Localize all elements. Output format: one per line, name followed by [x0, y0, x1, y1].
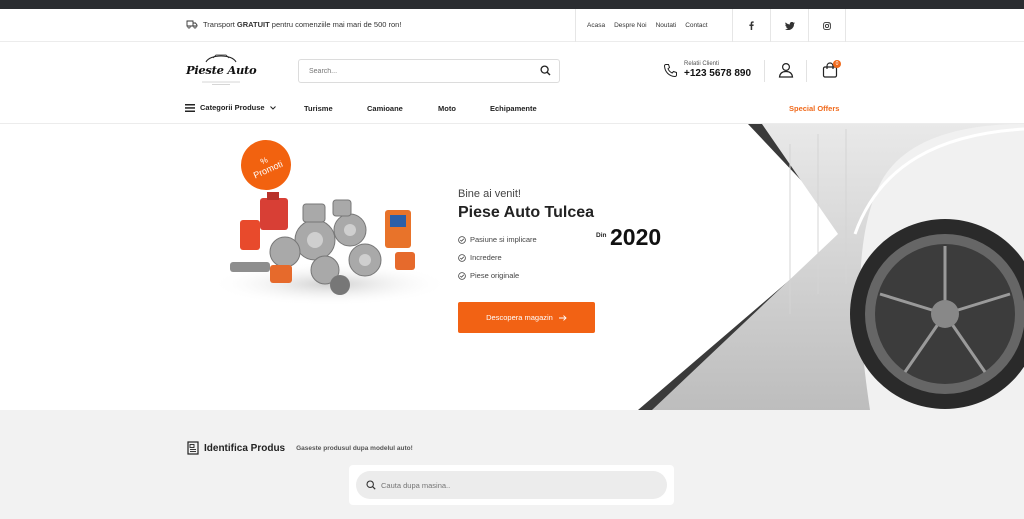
nav-item-turisme[interactable]: Turisme	[304, 104, 333, 113]
check-circle-icon	[458, 271, 466, 280]
feature-item: Piese originale	[458, 271, 519, 280]
search-box	[298, 59, 560, 83]
free-shipping-notice: Transport GRATUIT pentru comenziile mai …	[186, 20, 401, 29]
top-link-noutati[interactable]: Noutati	[656, 22, 677, 29]
social-links	[732, 9, 846, 42]
cart-button[interactable]: 0	[822, 60, 841, 83]
identify-header: Identifica Produs Gaseste produsul dupa …	[187, 441, 413, 455]
identify-product-section: Identifica Produs Gaseste produsul dupa …	[0, 410, 1024, 519]
check-circle-icon	[458, 253, 466, 262]
user-icon	[778, 62, 794, 78]
identify-subtitle: Gaseste produsul dupa modelul auto!	[296, 444, 413, 452]
shipping-prefix: Transport	[203, 20, 237, 29]
hero-welcome: Bine ai venit!	[458, 188, 521, 200]
search-icon[interactable]	[366, 480, 376, 490]
identify-title: Identifica Produs	[204, 442, 286, 454]
top-link-contact[interactable]: Contact	[685, 22, 707, 29]
header: Pieste Auto Relatii Clienti +123 5678 89…	[0, 42, 1024, 96]
car-search-box	[349, 465, 674, 505]
feature-label: Pasiune si implicare	[470, 235, 537, 244]
arrow-right-icon	[558, 314, 567, 321]
chevron-down-icon	[269, 105, 276, 110]
shipping-suffix: pentru comenziile mai mari de 500 ron!	[269, 20, 402, 29]
since-year: 2020	[610, 224, 662, 250]
nav-item-camioane[interactable]: Camioane	[367, 104, 403, 113]
check-circle-icon	[458, 235, 466, 244]
header-divider	[806, 60, 807, 82]
search-icon[interactable]	[540, 65, 551, 76]
top-strip	[0, 0, 1024, 9]
top-links: Acasa Despre Noi Noutati Contact	[575, 9, 708, 42]
nav-item-echipamente[interactable]: Echipamente	[490, 104, 537, 113]
top-link-acasa[interactable]: Acasa	[587, 22, 605, 29]
car-search-input[interactable]	[381, 471, 651, 499]
support-phone: +123 5678 890	[684, 68, 752, 79]
shipping-bold: GRATUIT	[236, 20, 270, 29]
feature-item: Pasiune si implicare	[458, 235, 537, 244]
header-divider	[764, 60, 765, 82]
facebook-icon[interactable]	[732, 9, 770, 42]
logo-text: Pieste Auto	[186, 63, 257, 77]
feature-label: Incredere	[470, 253, 502, 262]
car-search-field	[356, 471, 667, 499]
truck-icon	[186, 20, 198, 29]
logo-underline	[202, 81, 240, 85]
instagram-icon[interactable]	[808, 9, 846, 42]
categories-menu[interactable]: Categorii Produse	[185, 103, 276, 112]
support-label: Relatii Clienti	[684, 61, 720, 67]
document-icon	[187, 441, 199, 455]
special-offers-link[interactable]: Special Offers	[789, 104, 839, 113]
since-label: Din	[596, 232, 607, 239]
top-bar: Transport GRATUIT pentru comenziile mai …	[0, 9, 1024, 42]
categories-label: Categorii Produse	[200, 103, 265, 112]
nav-item-moto[interactable]: Moto	[438, 104, 456, 113]
top-link-despre-noi[interactable]: Despre Noi	[614, 22, 647, 29]
hero-background	[210, 124, 1024, 410]
hamburger-icon	[185, 103, 195, 112]
account-button[interactable]	[778, 62, 794, 83]
feature-label: Piese originale	[470, 271, 520, 280]
auto-parts-image	[230, 192, 415, 295]
phone-icon	[663, 63, 677, 77]
cta-label: Descopera magazin	[486, 313, 553, 322]
cart-count-badge: 0	[833, 60, 841, 68]
twitter-icon[interactable]	[770, 9, 808, 42]
discover-shop-button[interactable]: Descopera magazin	[458, 302, 595, 333]
customer-support[interactable]: Relatii Clienti +123 5678 890	[663, 61, 751, 79]
search-input[interactable]	[299, 60, 519, 83]
hero-title: Piese Auto Tulcea	[458, 204, 595, 221]
feature-item: Incredere	[458, 253, 502, 262]
main-nav: Categorii Produse Turisme Camioane Moto …	[0, 96, 1024, 124]
site-logo[interactable]: Pieste Auto	[186, 54, 257, 88]
hero-banner: % Promoti Bine ai venit! Piese Auto Tulc…	[0, 124, 1024, 410]
